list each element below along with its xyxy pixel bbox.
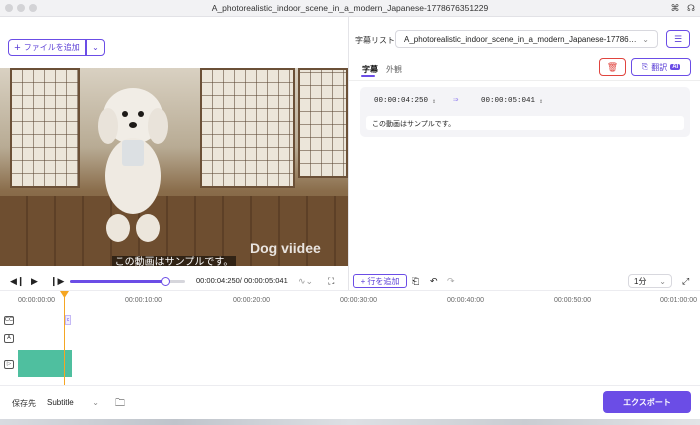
subtitle-list-label: 字幕リスト	[355, 36, 395, 45]
timeline-tracks[interactable]	[0, 310, 700, 385]
add-row-label: 行を追加	[367, 276, 400, 286]
text-track-icon: A	[4, 334, 14, 343]
subtitle-entry[interactable]: 00:00:04:250 ⇕ ⇒ 00:00:05:041 ⇕ この動画はサンプ…	[360, 87, 690, 137]
video-preview[interactable]: Dog viidee この動画はサンプルです。	[0, 68, 348, 266]
add-file-dropdown-button[interactable]: ⌄	[86, 39, 105, 56]
background-strip	[0, 419, 700, 425]
waveform-icon[interactable]: ∿⌄	[298, 275, 313, 287]
translate-label: 翻訳	[651, 62, 668, 72]
subtitle-overlay: この動画はサンプルです。	[0, 253, 348, 266]
tab-subtitles[interactable]: 字幕	[362, 64, 378, 75]
subtitle-overlay-text: この動画はサンプルです。	[111, 256, 237, 266]
tick-label: 00:00:10:00	[125, 297, 162, 304]
chevron-down-icon: ⌄	[642, 34, 649, 44]
window-title: A_photorealistic_indoor_scene_in_a_moder…	[211, 3, 489, 13]
chevron-down-icon: ⌄	[92, 43, 99, 52]
fit-timeline-icon[interactable]: ⤢	[682, 275, 689, 287]
chevron-down-icon: ⌄	[92, 397, 99, 407]
time-readout: 00:00:04:250/ 00:00:05:041	[196, 276, 288, 285]
fullscreen-icon[interactable]: ⛶	[328, 275, 334, 287]
previous-frame-icon[interactable]: ◀❙	[10, 275, 24, 287]
add-file-label: ファイルを追加	[23, 43, 80, 52]
gift-icon[interactable]: ⌘	[670, 3, 680, 13]
tab-appearance[interactable]: 外観	[386, 64, 402, 75]
playhead[interactable]	[64, 292, 65, 385]
tick-label: 00:00:40:00	[447, 297, 484, 304]
caption-clip[interactable]: c	[65, 315, 71, 325]
zoom-value: 1分	[634, 276, 647, 286]
progress-handle[interactable]	[161, 277, 171, 286]
zoom-select[interactable]: 1分 ⌄	[628, 274, 672, 288]
split-icon[interactable]: ⎗	[412, 275, 419, 287]
tick-label: 00:00:50:00	[554, 297, 591, 304]
undo-icon[interactable]: ↶	[430, 275, 438, 287]
save-to-select[interactable]: Subtitle ⌄	[38, 393, 108, 411]
folder-icon[interactable]: 🗀	[115, 396, 125, 413]
save-to-value: Subtitle	[47, 397, 74, 407]
ai-badge: AI	[670, 64, 681, 70]
export-button[interactable]: エクスポート	[603, 391, 691, 413]
shoji-screen-left	[10, 68, 80, 188]
start-time-stepper-icon[interactable]: ⇕	[432, 97, 436, 105]
translate-icon: ⎘	[641, 62, 649, 71]
chevron-down-icon: ⌄	[659, 276, 666, 286]
tick-label: 00:00:20:00	[233, 297, 270, 304]
entry-text-field[interactable]: この動画はサンプルです。	[366, 116, 684, 130]
poodle-image	[98, 88, 168, 242]
delete-button[interactable]: 🗑	[599, 58, 626, 76]
trash-icon: 🗑	[606, 61, 619, 72]
list-icon: ☰	[673, 33, 683, 44]
plus-icon: +	[14, 41, 21, 54]
caption-track-icon: CC	[4, 316, 14, 325]
translate-button[interactable]: ⎘ 翻訳 AI	[631, 58, 691, 76]
tick-label: 00:01:00:00	[660, 297, 697, 304]
next-frame-icon[interactable]: ❙▶	[50, 275, 64, 287]
export-label: エクスポート	[623, 397, 671, 407]
progress-fill	[70, 280, 166, 283]
progress-bar[interactable]	[70, 277, 185, 286]
panel-divider	[348, 17, 349, 290]
end-time-stepper-icon[interactable]: ⇕	[539, 97, 543, 105]
timeline-toolbar: + 行を追加 ⎗ ↶ ↷ 1分 ⌄ ⤢	[349, 272, 700, 290]
arrow-right-icon: ⇒	[453, 95, 459, 105]
add-row-button[interactable]: + 行を追加	[353, 274, 407, 288]
play-icon[interactable]: ▶	[31, 275, 38, 287]
save-to-label: 保存先	[12, 399, 36, 408]
subtitle-file-name: A_photorealistic_indoor_scene_in_a_moder…	[404, 34, 639, 44]
tick-label: 00:00:30:00	[340, 297, 377, 304]
plus-icon: +	[360, 276, 366, 286]
video-track-icon: ▷	[4, 360, 14, 369]
entry-start-time[interactable]: 00:00:04:250	[374, 97, 428, 105]
add-file-button[interactable]: + ファイルを追加	[8, 39, 86, 56]
redo-icon[interactable]: ↷	[447, 275, 455, 287]
active-tab-indicator	[361, 75, 375, 77]
shoji-screen-right	[200, 68, 295, 188]
shoji-screen-far	[298, 68, 348, 178]
subtitle-file-select[interactable]: A_photorealistic_indoor_scene_in_a_moder…	[395, 30, 658, 48]
subtitle-list-menu-button[interactable]: ☰	[666, 30, 690, 48]
title-bar: A_photorealistic_indoor_scene_in_a_moder…	[0, 0, 700, 17]
timeline-ruler[interactable]: 00:00:00:00 00:00:10:00 00:00:20:00 00:0…	[0, 290, 700, 310]
tick-label: 00:00:00:00	[18, 297, 55, 304]
entry-end-time[interactable]: 00:00:05:041	[481, 97, 535, 105]
player-controls: ◀❙ ▶ ❙▶ 00:00:04:250/ 00:00:05:041 ∿⌄ ⛶	[0, 273, 348, 289]
headset-icon[interactable]: ☊	[686, 3, 696, 13]
